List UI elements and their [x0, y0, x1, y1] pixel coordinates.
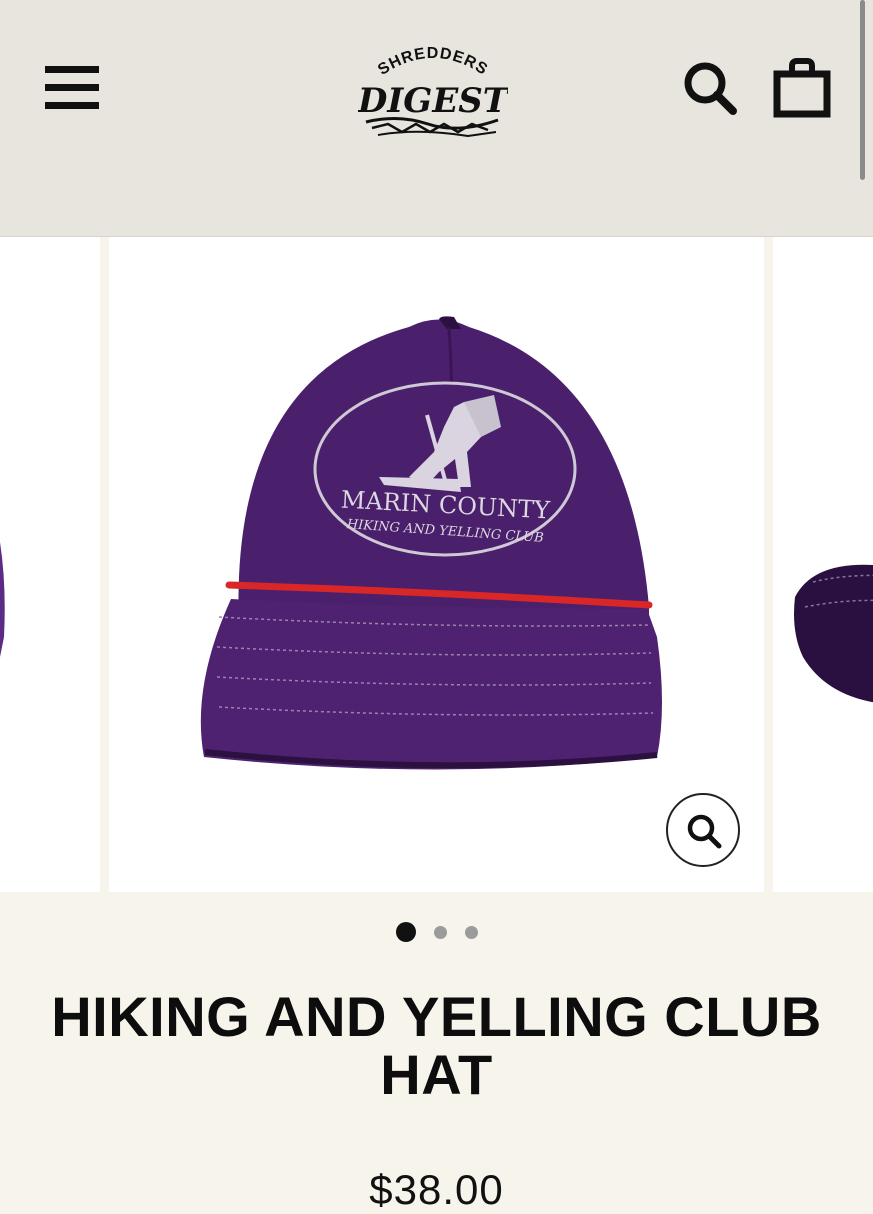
carousel-dot-1[interactable]	[395, 922, 416, 942]
carousel-pagination	[0, 920, 873, 944]
hat-image: MARIN COUNTY HIKING AND YELLING CLUB	[200, 316, 662, 770]
hat-side-image	[0, 542, 5, 657]
scrollbar[interactable]	[860, 0, 865, 180]
search-button[interactable]	[680, 58, 740, 118]
cart-button[interactable]	[773, 58, 831, 118]
carousel-dot-2[interactable]	[433, 925, 447, 939]
svg-text:SHREDDERS: SHREDDERS	[375, 45, 491, 79]
product-image-next[interactable]	[773, 237, 873, 892]
product-price: $38.00	[369, 1166, 504, 1213]
hamburger-icon-bar	[45, 102, 99, 109]
product-image-main[interactable]: MARIN COUNTY HIKING AND YELLING CLUB	[109, 237, 764, 892]
search-icon	[684, 62, 737, 115]
site-logo[interactable]: SHREDDERS DIGEST	[357, 40, 511, 144]
logo-arc-text: SHREDDERS	[375, 45, 490, 79]
product-image-previous[interactable]	[0, 237, 100, 892]
site-header: SHREDDERS DIGEST	[0, 0, 873, 237]
product-image-carousel[interactable]: MARIN COUNTY HIKING AND YELLING CLUB	[0, 237, 873, 892]
product-title: HIKING AND YELLING CLUB HAT	[51, 985, 822, 1106]
menu-button[interactable]	[45, 66, 99, 110]
logo-main-text: DIGEST	[358, 81, 508, 121]
zoom-icon	[687, 814, 722, 849]
hamburger-icon-bar	[45, 84, 99, 91]
zoom-button[interactable]	[666, 793, 740, 867]
hat-side-image	[794, 564, 873, 703]
logo-graphic: SHREDDERS DIGEST	[357, 45, 511, 138]
hamburger-icon	[45, 66, 99, 73]
shopping-bag-icon	[773, 58, 831, 118]
carousel-dot-3[interactable]	[464, 925, 478, 939]
